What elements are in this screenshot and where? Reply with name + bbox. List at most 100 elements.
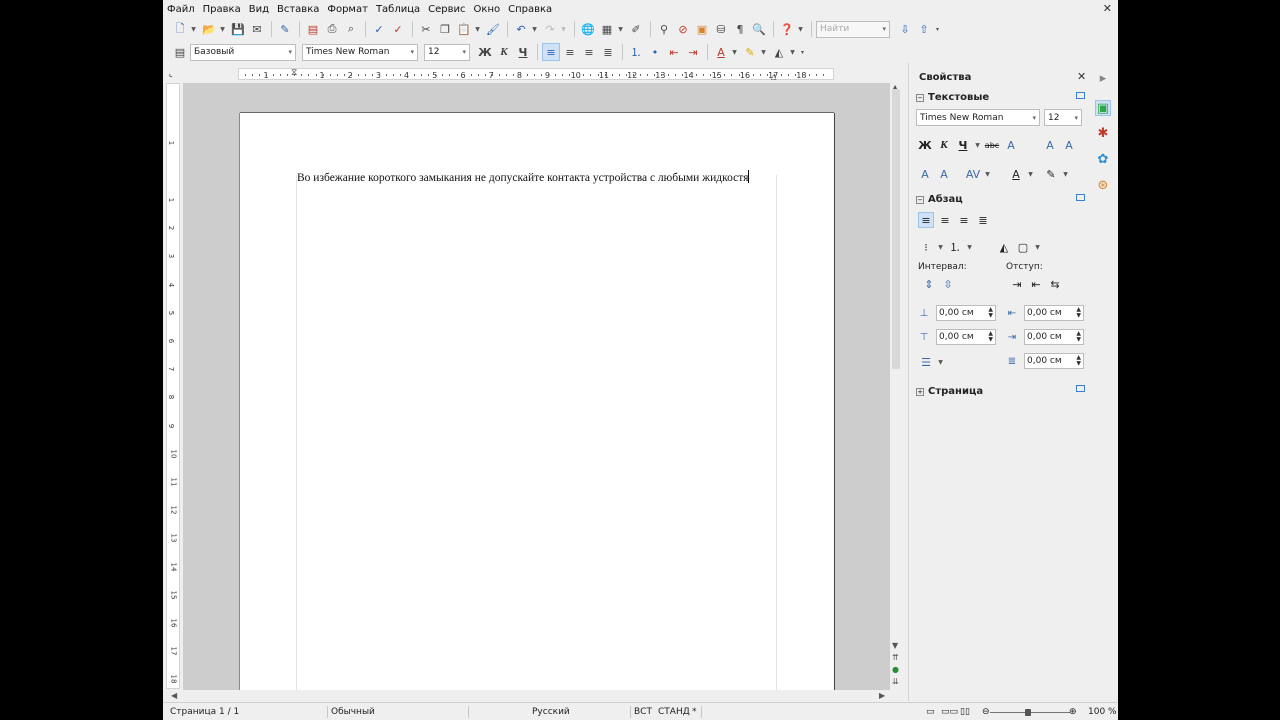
align-right-icon[interactable]: ≡: [580, 43, 598, 61]
undo-icon[interactable]: ↶: [512, 20, 530, 38]
font-color-dropdown-icon[interactable]: ▼: [1027, 165, 1034, 183]
highlight-icon[interactable]: ✎: [741, 43, 759, 61]
hyperlink-icon[interactable]: 🌐: [579, 20, 597, 38]
help-dropdown-icon[interactable]: ▼: [797, 20, 804, 38]
selection-mode-status[interactable]: СТАНД: [658, 707, 690, 717]
sidebar-bullets-icon[interactable]: ⁝: [918, 239, 934, 255]
print-preview-icon[interactable]: ⌕: [342, 20, 360, 38]
scroll-left-icon[interactable]: ◀: [171, 691, 177, 700]
right-indent-marker-icon[interactable]: △: [771, 73, 776, 81]
indent-marker-icon[interactable]: ⧖: [291, 68, 297, 78]
close-sidebar-icon[interactable]: ✕: [1077, 70, 1086, 83]
sidebar-highlight-icon[interactable]: ✎: [1043, 166, 1059, 182]
sidebar-numbering-icon[interactable]: ⒈: [947, 239, 963, 255]
sidebar-increase-indent-icon[interactable]: ⇥: [1009, 276, 1025, 292]
email-icon[interactable]: ✉: [248, 20, 266, 38]
insert-table-icon[interactable]: ▦: [598, 20, 616, 38]
align-left-icon[interactable]: ≡: [542, 43, 560, 61]
data-sources-icon[interactable]: ⛁: [712, 20, 730, 38]
paragraph-background-icon[interactable]: ◭: [996, 239, 1012, 255]
copy-icon[interactable]: ❐: [436, 20, 454, 38]
sidebar-font-color-icon[interactable]: A: [1008, 166, 1024, 182]
sidebar-align-justify-icon[interactable]: ≣: [975, 212, 991, 228]
section-character-header[interactable]: − Текстовые: [916, 92, 989, 103]
zoom-slider-handle[interactable]: [1025, 709, 1031, 716]
cut-icon[interactable]: ✂: [417, 20, 435, 38]
font-color-dropdown-icon[interactable]: ▼: [731, 43, 738, 61]
formatting-marks-icon[interactable]: ¶: [731, 20, 749, 38]
page-count-status[interactable]: Страница 1 / 1: [170, 707, 239, 717]
gallery-icon[interactable]: ▣: [693, 20, 711, 38]
spinner-arrows-icon[interactable]: ▲ ▼: [988, 331, 993, 343]
insert-mode-status[interactable]: ВСТ: [634, 707, 652, 717]
below-paragraph-spacing-input[interactable]: 0,00 см ▲ ▼: [936, 329, 996, 345]
background-dropdown-icon[interactable]: ▼: [789, 43, 796, 61]
vertical-scrollbar[interactable]: ▲ ▼ ⇈ ● ⇊: [890, 83, 902, 690]
sidebar-underline-button[interactable]: Ч: [955, 137, 971, 153]
decrease-font-icon[interactable]: A: [1061, 137, 1077, 153]
redo-dropdown-icon[interactable]: ▼: [560, 20, 567, 38]
undo-dropdown-icon[interactable]: ▼: [531, 20, 538, 38]
navigation-options-icon[interactable]: ●: [892, 665, 899, 674]
section-paragraph-header[interactable]: − Абзац: [916, 194, 963, 205]
toolbar-more-icon[interactable]: ▾: [934, 20, 941, 38]
sidebar-align-center-icon[interactable]: ≡: [937, 212, 953, 228]
sidebar-font-size-combo[interactable]: 12 ▾: [1044, 109, 1082, 126]
italic-button[interactable]: К: [495, 43, 513, 61]
book-view-icon[interactable]: ▯▯: [960, 707, 970, 717]
line-spacing-dropdown-icon[interactable]: ▼: [937, 353, 944, 371]
language-status[interactable]: Русский: [532, 707, 570, 717]
help-icon[interactable]: ❓: [778, 20, 796, 38]
export-pdf-icon[interactable]: ▤: [304, 20, 322, 38]
styles-icon[interactable]: ▤: [171, 43, 189, 61]
navigator-deck-icon[interactable]: ⊛: [1095, 178, 1111, 194]
multi-page-view-icon[interactable]: ▭▭: [941, 707, 958, 717]
navigator-icon[interactable]: ⊘: [674, 20, 692, 38]
underline-dropdown-icon[interactable]: ▼: [974, 136, 981, 154]
underline-button[interactable]: Ч: [514, 43, 532, 61]
find-input[interactable]: Найти ▾: [816, 20, 890, 38]
new-dropdown-icon[interactable]: ▼: [190, 20, 197, 38]
print-icon[interactable]: ⎙: [323, 20, 341, 38]
zoom-in-icon[interactable]: ⊕: [1069, 707, 1077, 717]
paragraph-style-combo[interactable]: Базовый ▾: [190, 43, 296, 61]
toolbar-more-icon[interactable]: ▾: [799, 43, 806, 61]
menu-tools[interactable]: Сервис: [428, 4, 465, 15]
page-style-status[interactable]: Обычный: [331, 707, 375, 717]
open-dropdown-icon[interactable]: ▼: [219, 20, 226, 38]
character-spacing-icon[interactable]: AV: [965, 166, 981, 182]
increase-font-icon[interactable]: A: [1042, 137, 1058, 153]
spinner-arrows-icon[interactable]: ▲ ▼: [1076, 331, 1081, 343]
bullets-icon[interactable]: •: [646, 43, 664, 61]
background-color-icon[interactable]: ◭: [770, 43, 788, 61]
spinner-arrows-icon[interactable]: ▲ ▼: [988, 307, 993, 319]
menu-table[interactable]: Таблица: [376, 4, 420, 15]
spinner-arrows-icon[interactable]: ▲ ▼: [1076, 355, 1081, 367]
autospellcheck-icon[interactable]: ✓: [389, 20, 407, 38]
single-page-view-icon[interactable]: ▭: [926, 707, 935, 717]
more-options-icon[interactable]: [1076, 385, 1085, 392]
spacing-dropdown-icon[interactable]: ▼: [984, 165, 991, 183]
highlight-dropdown-icon[interactable]: ▼: [1062, 165, 1069, 183]
numbering-icon[interactable]: ⒈: [627, 43, 645, 61]
sidebar-bold-button[interactable]: Ж: [917, 137, 933, 153]
signature-status-icon[interactable]: *: [692, 707, 697, 717]
superscript-icon[interactable]: A: [917, 166, 933, 182]
scroll-right-icon[interactable]: ▶: [879, 691, 885, 700]
scrollbar-thumb[interactable]: [892, 89, 900, 369]
properties-deck-icon[interactable]: ▣: [1095, 100, 1111, 116]
gallery-deck-icon[interactable]: ✿: [1095, 152, 1111, 168]
edit-mode-icon[interactable]: ✎: [276, 20, 294, 38]
hanging-indent-icon[interactable]: ⇆: [1047, 276, 1063, 292]
zoom-level-status[interactable]: 100 %: [1088, 707, 1117, 717]
decrease-indent-icon[interactable]: ⇤: [665, 43, 683, 61]
menu-help[interactable]: Справка: [508, 4, 552, 15]
paste-dropdown-icon[interactable]: ▼: [474, 20, 481, 38]
more-options-icon[interactable]: [1076, 194, 1085, 201]
subscript-icon[interactable]: A: [936, 166, 952, 182]
tab-stop-icon[interactable]: ⌞: [169, 69, 173, 78]
sidebar-align-right-icon[interactable]: ≡: [956, 212, 972, 228]
open-folder-icon[interactable]: 📂: [200, 20, 218, 38]
styles-deck-icon[interactable]: ✱: [1095, 126, 1111, 142]
highlight-dropdown-icon[interactable]: ▼: [760, 43, 767, 61]
